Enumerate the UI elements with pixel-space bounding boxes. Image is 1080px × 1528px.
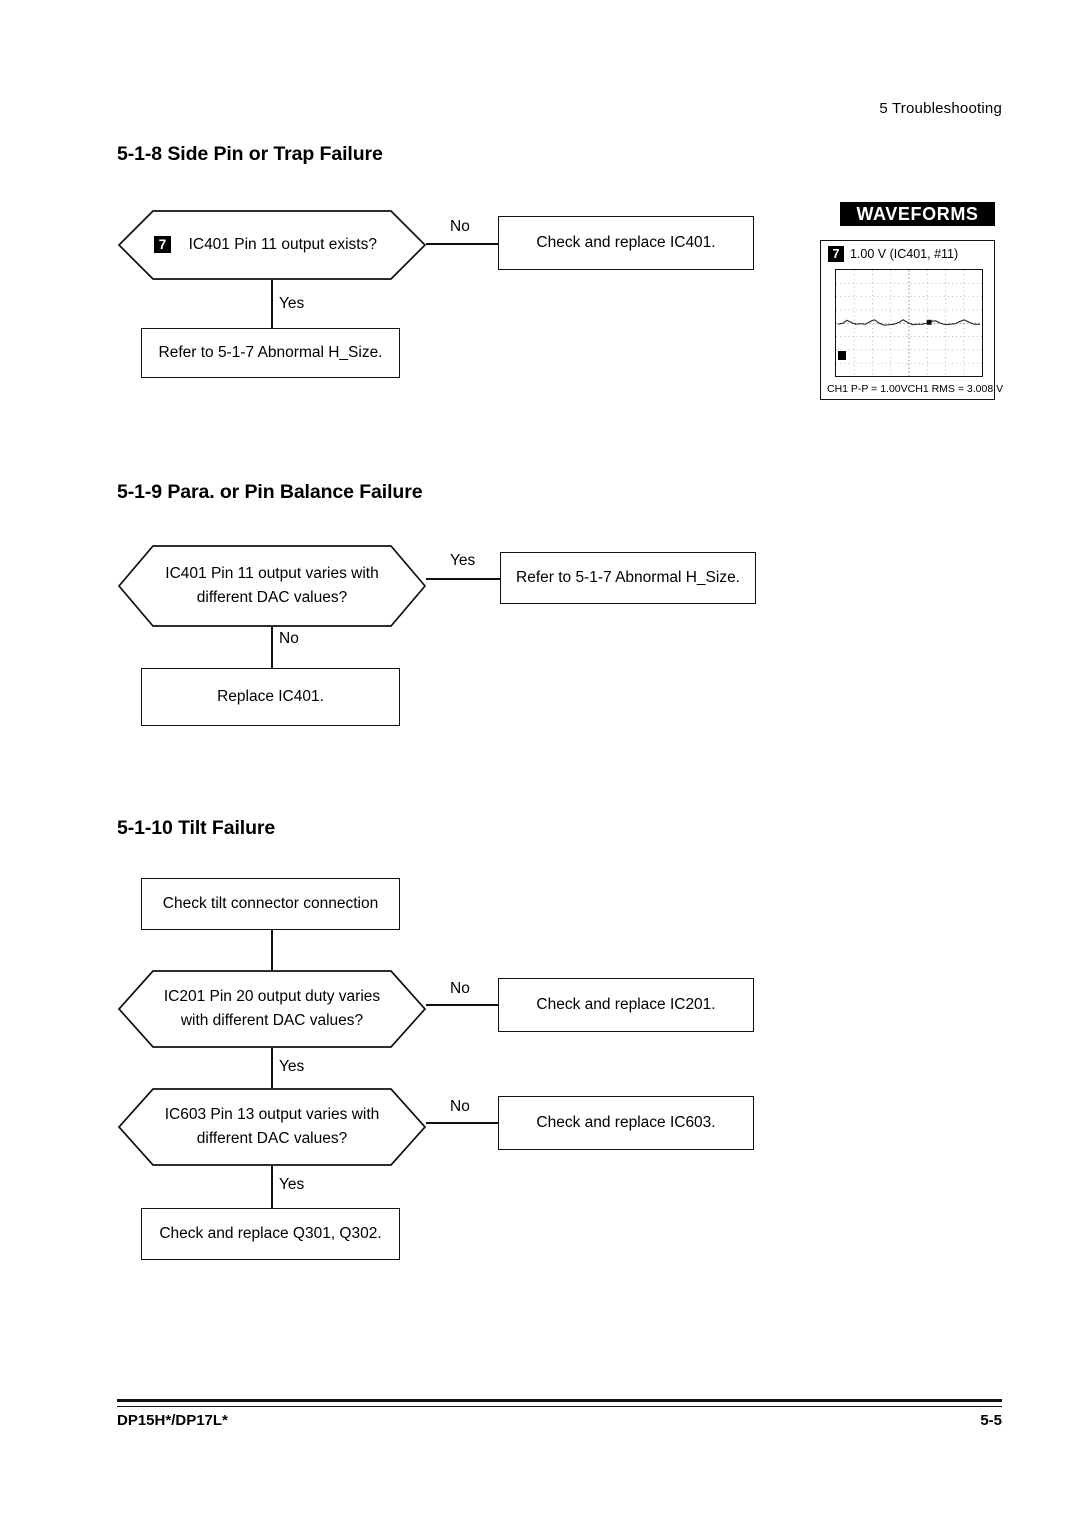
footer-rule-top <box>117 1399 1002 1402</box>
connector-d2-no-horizontal <box>426 1122 498 1124</box>
branch-label-yes: Yes <box>279 295 305 312</box>
connector-d1-yes-vertical <box>271 1048 273 1088</box>
connector-yes-horizontal <box>426 578 500 580</box>
section-title-5-1-8: 5-1-8 Side Pin or Trap Failure <box>117 143 383 165</box>
waveforms-header-label: WAVEFORMS <box>856 203 979 224</box>
decision-label: IC401 Pin 11 output varies with differen… <box>146 562 399 610</box>
branch-label-yes: Yes <box>279 1176 305 1193</box>
decision-ic201-pin20-duty-varies: IC201 Pin 20 output duty varies with dif… <box>117 970 427 1048</box>
action-label: Check and replace IC201. <box>536 995 716 1013</box>
decision-line-2: with different DAC values? <box>180 1012 364 1029</box>
action-check-replace-ic201: Check and replace IC201. <box>498 978 754 1032</box>
waveform-caption: 7 1.00 V (IC401, #11) <box>828 246 958 262</box>
connector-start-to-decision1 <box>271 930 273 972</box>
branch-label-yes: Yes <box>279 1058 305 1075</box>
connector-yes-vertical <box>271 280 273 328</box>
action-check-replace-ic401: Check and replace IC401. <box>498 216 754 270</box>
decision-line-2: different DAC values? <box>196 589 348 606</box>
footer-page-number: 5-5 <box>980 1412 1002 1429</box>
footer-rule-bottom <box>117 1406 1002 1408</box>
cursor-marker <box>926 319 932 325</box>
action-replace-ic401: Replace IC401. <box>141 668 400 726</box>
action-label: Check and replace Q301, Q302. <box>159 1224 382 1242</box>
running-head: 5 Troubleshooting <box>879 100 1002 117</box>
decision-label: IC401 Pin 11 output exists? <box>188 235 377 253</box>
decision-ic401-pin11-varies-dac: IC401 Pin 11 output varies with differen… <box>117 545 427 627</box>
section-title-5-1-9: 5-1-9 Para. or Pin Balance Failure <box>117 481 423 503</box>
decision-line-1: IC201 Pin 20 output duty varies <box>163 987 381 1005</box>
action-label: Check tilt connector connection <box>162 894 379 912</box>
waveform-panel: 7 1.00 V (IC401, #11) CH1 P-P = 1.00V CH… <box>820 240 1003 400</box>
decision-line-1: IC401 Pin 11 output varies with <box>165 564 379 582</box>
connector-no-horizontal <box>426 243 498 245</box>
waveform-badge-7: 7 <box>828 246 844 262</box>
action-label: Replace IC401. <box>217 687 324 705</box>
branch-label-yes: Yes <box>450 552 476 569</box>
action-check-replace-q301-q302: Check and replace Q301, Q302. <box>141 1208 400 1260</box>
action-label: Refer to 5-1-7 Abnormal H_Size. <box>516 568 740 586</box>
connector-d1-no-horizontal <box>426 1004 498 1006</box>
decision-label: IC201 Pin 20 output duty varies with dif… <box>146 985 399 1033</box>
waveform-caption-text: 1.00 V (IC401, #11) <box>850 247 959 261</box>
measurement-rms: CH1 RMS = 3.008 V <box>907 383 1004 395</box>
branch-label-no: No <box>279 630 299 647</box>
branch-label-no: No <box>450 218 470 235</box>
waveform-measurements: CH1 P-P = 1.00V CH1 RMS = 3.008 V <box>827 383 1003 395</box>
action-refer-5-1-7-b: Refer to 5-1-7 Abnormal H_Size. <box>500 552 756 604</box>
branch-label-no: No <box>450 1098 470 1115</box>
action-check-replace-ic603: Check and replace IC603. <box>498 1096 754 1150</box>
connector-d2-yes-vertical <box>271 1166 273 1208</box>
action-check-tilt-connector: Check tilt connector connection <box>141 878 400 930</box>
manual-page: 5 Troubleshooting 5-1-8 Side Pin or Trap… <box>0 0 1080 1528</box>
measurement-pp: CH1 P-P = 1.00V <box>827 383 908 395</box>
waveforms-header: WAVEFORMS <box>840 202 995 226</box>
section-title-5-1-10: 5-1-10 Tilt Failure <box>117 817 276 839</box>
connector-no-vertical <box>271 627 273 669</box>
decision-line-1: IC603 Pin 13 output varies with <box>164 1105 380 1123</box>
scope-graticule <box>836 270 982 376</box>
action-label: Refer to 5-1-7 Abnormal H_Size. <box>158 343 383 361</box>
decision-label: IC603 Pin 13 output varies with differen… <box>146 1103 399 1151</box>
oscilloscope-screen <box>835 269 983 377</box>
footer-model: DP15H*/DP17L* <box>117 1412 228 1429</box>
ground-level-marker <box>838 351 846 360</box>
action-label: Check and replace IC603. <box>536 1113 716 1131</box>
decision-line-2: different DAC values? <box>196 1130 348 1147</box>
decision-ic603-pin13-varies-dac: IC603 Pin 13 output varies with differen… <box>117 1088 427 1166</box>
action-label: Check and replace IC401. <box>536 233 716 251</box>
decision-ic401-pin11-output-exists: 7 IC401 Pin 11 output exists? <box>117 210 427 280</box>
action-refer-5-1-7: Refer to 5-1-7 Abnormal H_Size. <box>141 328 400 378</box>
branch-label-no: No <box>450 980 470 997</box>
